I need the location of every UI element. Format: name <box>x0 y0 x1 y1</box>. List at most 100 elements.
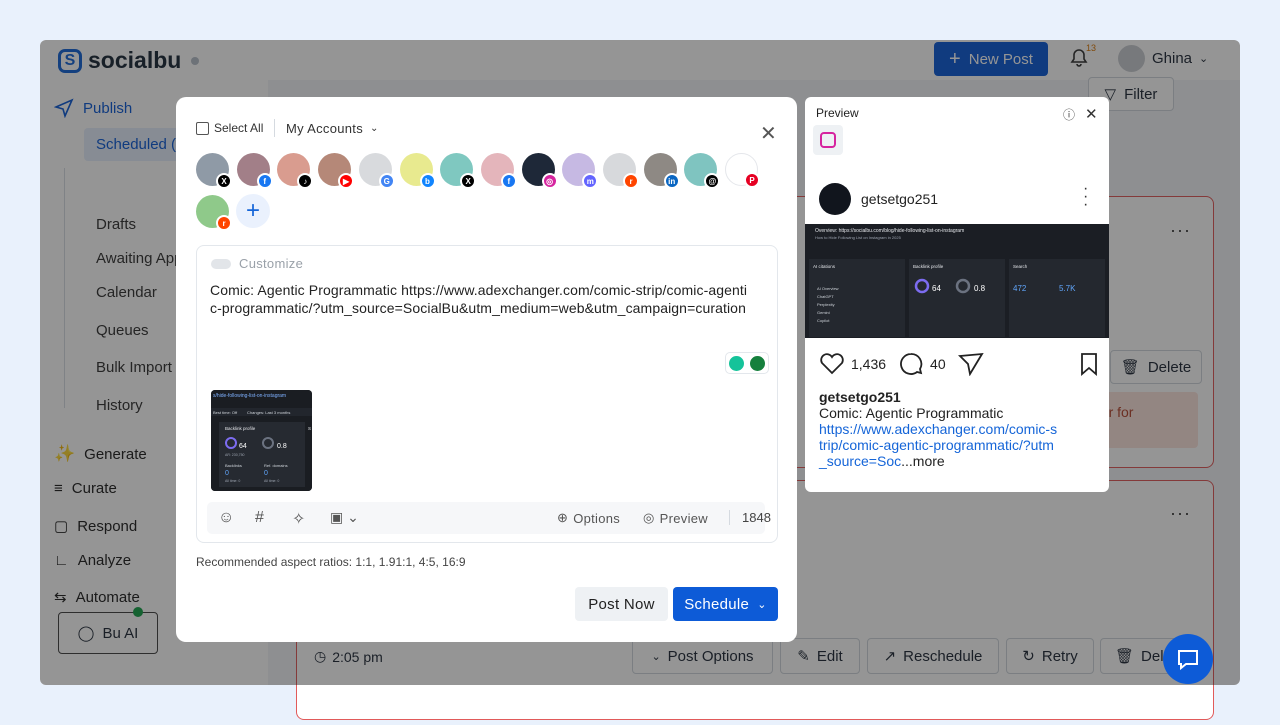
schedule-label: Schedule <box>684 595 750 613</box>
account-avatar-mastodon[interactable]: m <box>562 153 599 189</box>
account-avatar-threads[interactable]: @ <box>684 153 721 189</box>
options-button[interactable]: ⊕ Options <box>557 510 620 526</box>
x-icon: X <box>460 173 477 189</box>
pv-platform: AI Overview <box>817 286 839 291</box>
bookmark-icon <box>1081 353 1097 376</box>
tiktok-icon: ♪ <box>297 173 314 189</box>
customize-toggle[interactable]: Customize <box>211 256 303 271</box>
thumb-ref-domains-value: 0 <box>264 470 268 477</box>
heart-icon <box>820 353 844 375</box>
select-all-checkbox[interactable]: Select All <box>196 121 263 135</box>
pv-overview-title: Overview: https://socialbu.com/blog/hide… <box>815 228 964 234</box>
help-chat-button[interactable] <box>1163 634 1213 684</box>
account-avatar-pinterest[interactable]: P <box>725 153 761 188</box>
thumb-changes: Changes: Last 3 months <box>247 410 290 415</box>
preview-panel: Preview ⓘ ✕ getsetgo251 · · · Overview: ht… <box>805 97 1109 492</box>
comments-count: 40 <box>930 356 946 372</box>
thumb-url: s/hide-following-list-on-instagram <box>213 393 286 399</box>
account-avatar-linkedin[interactable]: in <box>643 153 680 189</box>
pv-dr: 64 <box>932 284 941 293</box>
eye-off-icon: ◎ <box>643 510 655 525</box>
chat-bubble-icon <box>1178 650 1198 671</box>
pv-ur: 0.8 <box>974 284 986 293</box>
account-avatar-google-business[interactable]: G <box>358 153 395 189</box>
pinterest-icon: P <box>744 172 761 188</box>
emoji-icon[interactable]: ☺ <box>218 509 234 527</box>
pv-platform: Gemini <box>817 310 830 315</box>
pv-platform: ChatGPT <box>817 294 834 299</box>
thumb-all-time: All time: 0 <box>225 479 240 483</box>
preview-toggle[interactable]: ◎ Preview <box>643 510 708 526</box>
close-icon[interactable]: ✕ <box>760 121 777 146</box>
linkedin-icon: in <box>663 173 680 189</box>
bluesky-icon: b <box>419 173 436 189</box>
my-accounts-label: My Accounts <box>286 120 363 136</box>
thumb-ref-domains: Ref. domains <box>264 463 288 468</box>
attached-image[interactable]: s/hide-following-list-on-instagram Best … <box>211 390 312 491</box>
account-avatar-reddit[interactable]: r <box>603 153 639 189</box>
pv-sub-title: How to Hide Following List on Instagram … <box>815 235 902 240</box>
post-text-input[interactable]: Comic: Agentic Programmatic https://www.… <box>210 281 750 317</box>
threads-icon: @ <box>704 173 721 189</box>
hashtag-icon[interactable]: # <box>255 509 264 527</box>
pv-search: Search <box>1013 264 1028 269</box>
my-accounts-dropdown[interactable]: My Accounts ⌄ <box>274 119 379 137</box>
screenshot-thumbnail: s/hide-following-list-on-instagram Best … <box>211 390 312 491</box>
preview-actions: 1,436 40 <box>819 352 1099 376</box>
info-icon[interactable]: ⓘ <box>1063 106 1075 123</box>
toggle-icon <box>211 258 231 269</box>
preview-label: Preview <box>659 510 708 526</box>
thumb-filter: Best time: Off <box>213 410 238 415</box>
thumb-backlinks-value: 0 <box>225 470 229 477</box>
preview-image: Overview: https://socialbu.com/blog/hide… <box>805 224 1109 338</box>
preview-user: getsetgo251 <box>819 183 938 215</box>
image-icon[interactable]: ▣ ⌄ <box>330 509 359 526</box>
account-avatar-x[interactable]: X <box>196 153 232 189</box>
thumb-backlinks: Backlinks <box>225 463 242 468</box>
preview-caption: getsetgo251 Comic: Agentic Programmatic … <box>819 389 1059 469</box>
instagram-tab[interactable] <box>813 125 843 155</box>
account-avatar-facebook[interactable]: f <box>236 153 273 189</box>
account-avatar-youtube[interactable]: ▶ <box>318 153 355 189</box>
thumb-all-time-2: All time: 0 <box>264 479 279 483</box>
grammarly-assist-icon <box>729 355 744 371</box>
facebook-icon: f <box>256 173 273 189</box>
chevron-down-icon: ⌄ <box>370 122 379 134</box>
post-now-button[interactable]: Post Now <box>575 587 668 621</box>
x-icon: X <box>216 173 232 189</box>
schedule-button[interactable]: Schedule ⌄ <box>673 587 778 621</box>
caption-text: Comic: Agentic Programmatic <box>819 405 1004 421</box>
pv-backlink: Backlink profile <box>913 264 944 269</box>
instagram-icon: ◎ <box>541 173 558 189</box>
account-avatar-instagram[interactable]: ◎ <box>521 153 558 189</box>
instagram-icon <box>820 132 836 148</box>
add-account-button[interactable]: + <box>236 194 270 228</box>
character-count: 1848 <box>729 510 771 525</box>
magic-wand-icon[interactable]: ✧ <box>292 509 305 529</box>
select-all-label: Select All <box>214 121 264 135</box>
more-link[interactable]: ...more <box>901 453 945 469</box>
preview-screenshot: Overview: https://socialbu.com/blog/hide… <box>805 224 1109 338</box>
close-icon[interactable]: ✕ <box>1085 105 1098 123</box>
more-vertical-icon[interactable]: · · · <box>1083 181 1088 213</box>
grammarly-widget[interactable] <box>725 352 769 374</box>
comment-icon <box>900 353 923 375</box>
pv-ai-citations: AI citations <box>813 264 836 269</box>
preview-username: getsetgo251 <box>861 191 939 207</box>
grammarly-icon <box>750 355 765 371</box>
account-avatar-facebook[interactable]: f <box>480 153 517 189</box>
account-avatar-tiktok[interactable]: ♪ <box>277 153 314 189</box>
thumb-ur: 0.8 <box>277 443 287 450</box>
pv-platform: Perplexity <box>817 302 835 307</box>
thumb-col-s: S <box>308 426 311 431</box>
reddit-icon: r <box>216 215 232 231</box>
pv-organic-traffic: 5.7K <box>1059 284 1076 293</box>
account-avatar-bluesky[interactable]: b <box>399 153 436 189</box>
thumb-section: Backlink profile <box>225 426 256 431</box>
pv-platform: Copilot <box>817 318 830 323</box>
avatar <box>819 183 851 215</box>
account-avatar-x[interactable]: X <box>440 153 477 189</box>
account-avatar-reddit[interactable]: r <box>196 195 232 231</box>
editor-toolbar: ☺ # ✧ ▣ ⌄ ⊕ Options ◎ Preview 1848 <box>207 502 771 534</box>
pv-organic-kw: 472 <box>1013 284 1027 293</box>
